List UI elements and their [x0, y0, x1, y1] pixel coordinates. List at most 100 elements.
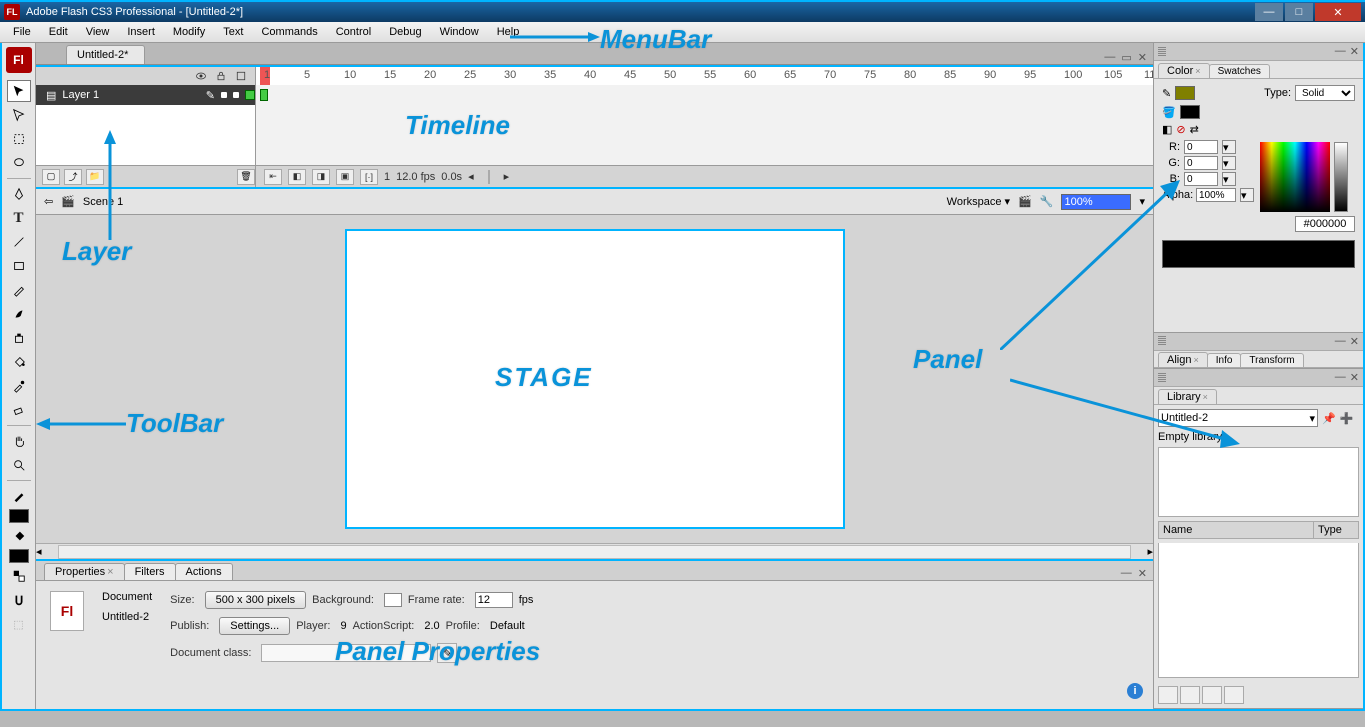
- new-library-icon[interactable]: ➕: [1340, 412, 1354, 425]
- tab-info[interactable]: Info: [1207, 353, 1242, 367]
- text-tool[interactable]: T: [7, 207, 31, 229]
- tab-color[interactable]: Color×: [1158, 63, 1210, 78]
- document-tab[interactable]: Untitled-2*: [66, 45, 145, 64]
- zoom-field[interactable]: 100%: [1061, 194, 1131, 210]
- library-panel-close-icon[interactable]: ✕: [1350, 371, 1359, 384]
- stage-area[interactable]: [36, 215, 1153, 543]
- framerate-input[interactable]: [475, 592, 513, 608]
- r-input[interactable]: [1184, 140, 1218, 154]
- menu-commands[interactable]: Commands: [252, 24, 326, 40]
- g-spinner[interactable]: ▾: [1222, 156, 1236, 170]
- zoom-tool[interactable]: [7, 454, 31, 476]
- tab-library[interactable]: Library×: [1158, 389, 1217, 404]
- fill-color-icon[interactable]: [7, 525, 31, 547]
- onion-skin-button[interactable]: ◧: [288, 169, 306, 185]
- onion-outline-button[interactable]: ◨: [312, 169, 330, 185]
- menu-text[interactable]: Text: [214, 24, 252, 40]
- edit-multiple-button[interactable]: ▣: [336, 169, 354, 185]
- modify-markers-button[interactable]: [·]: [360, 169, 378, 185]
- new-motion-guide-button[interactable]: ⤴: [64, 169, 82, 185]
- col-type[interactable]: Type: [1314, 522, 1358, 538]
- lock-icon[interactable]: [215, 70, 227, 82]
- panel-minimize-icon[interactable]: —: [1121, 567, 1132, 580]
- pencil-tool[interactable]: [7, 279, 31, 301]
- nocolor-icon[interactable]: ⊘: [1176, 123, 1185, 136]
- menu-control[interactable]: Control: [327, 24, 380, 40]
- b-input[interactable]: [1184, 172, 1218, 186]
- type-select[interactable]: Solid: [1295, 85, 1355, 101]
- alpha-spinner[interactable]: ▾: [1240, 188, 1254, 202]
- publish-settings-button[interactable]: Settings...: [219, 617, 290, 635]
- swap-icon[interactable]: ⇄: [1190, 123, 1199, 136]
- color-picker[interactable]: [1260, 142, 1330, 212]
- options-icon[interactable]: ⬚: [7, 613, 31, 635]
- timeline-scrollbar[interactable]: [488, 170, 490, 184]
- stroke-pencil-icon[interactable]: ✎: [1162, 87, 1171, 100]
- col-name[interactable]: Name: [1159, 522, 1314, 538]
- selection-tool[interactable]: [7, 80, 31, 102]
- minimize-button[interactable]: —: [1255, 3, 1283, 21]
- properties-lib-button[interactable]: [1202, 686, 1222, 704]
- workspace-menu[interactable]: Workspace ▾: [947, 195, 1010, 208]
- align-panel-close-icon[interactable]: ✕: [1350, 335, 1359, 348]
- timeline-scroll-right-icon[interactable]: ▸: [504, 170, 510, 183]
- stage-hscrollbar[interactable]: ◂ ▸: [36, 543, 1153, 559]
- keyframe-icon[interactable]: [260, 89, 268, 101]
- menu-insert[interactable]: Insert: [118, 24, 164, 40]
- menu-modify[interactable]: Modify: [164, 24, 214, 40]
- menu-debug[interactable]: Debug: [380, 24, 430, 40]
- zoom-dropdown-icon[interactable]: ▾: [1139, 195, 1145, 208]
- delete-layer-button[interactable]: 🗑: [237, 169, 255, 185]
- library-doc-select[interactable]: Untitled-2▾: [1158, 409, 1318, 427]
- background-swatch[interactable]: [384, 593, 402, 607]
- fill-bucket-icon[interactable]: 🪣: [1162, 106, 1176, 119]
- eyedropper-tool[interactable]: [7, 375, 31, 397]
- line-tool[interactable]: [7, 231, 31, 253]
- new-folder-lib-button[interactable]: [1180, 686, 1200, 704]
- outline-icon[interactable]: [235, 70, 247, 82]
- alpha-input[interactable]: [1196, 188, 1236, 202]
- library-list[interactable]: [1158, 543, 1359, 678]
- library-panel-minimize-icon[interactable]: —: [1335, 371, 1346, 384]
- color-panel-close-icon[interactable]: ✕: [1350, 45, 1359, 58]
- stage-canvas[interactable]: [345, 229, 845, 529]
- delete-lib-button[interactable]: [1224, 686, 1244, 704]
- info-icon[interactable]: i: [1127, 683, 1143, 699]
- hex-input[interactable]: #000000: [1295, 216, 1355, 232]
- center-frame-button[interactable]: ⇤: [264, 169, 282, 185]
- edit-scene-button-icon[interactable]: 🎬: [1018, 195, 1032, 208]
- lasso-tool[interactable]: [7, 152, 31, 174]
- menu-view[interactable]: View: [77, 24, 119, 40]
- b-spinner[interactable]: ▾: [1222, 172, 1236, 186]
- tab-align[interactable]: Align×: [1158, 352, 1208, 367]
- doc-close-icon[interactable]: ✕: [1138, 51, 1147, 64]
- new-folder-button[interactable]: 📁: [86, 169, 104, 185]
- new-layer-button[interactable]: ▢: [42, 169, 60, 185]
- timeline-ruler[interactable]: 1510152025303540455055606570758085909510…: [256, 67, 1153, 85]
- fill-color-swatch[interactable]: [1180, 105, 1200, 119]
- tab-swatches[interactable]: Swatches: [1209, 64, 1270, 78]
- edit-scene-icon[interactable]: ⇦: [44, 195, 53, 208]
- edit-symbol-button-icon[interactable]: 🔧: [1040, 195, 1054, 208]
- ink-bottle-tool[interactable]: [7, 327, 31, 349]
- menu-file[interactable]: File: [4, 24, 40, 40]
- g-input[interactable]: [1184, 156, 1218, 170]
- doc-restore-icon[interactable]: ▭: [1121, 51, 1131, 64]
- brush-tool[interactable]: [7, 303, 31, 325]
- value-slider[interactable]: [1334, 142, 1348, 212]
- hscroll-left-icon[interactable]: ◂: [36, 545, 42, 558]
- menu-edit[interactable]: Edit: [40, 24, 77, 40]
- maximize-button[interactable]: □: [1285, 3, 1313, 21]
- align-panel-minimize-icon[interactable]: —: [1335, 335, 1346, 348]
- rectangle-tool[interactable]: [7, 255, 31, 277]
- tab-actions[interactable]: Actions: [175, 563, 233, 580]
- tab-transform[interactable]: Transform: [1240, 353, 1303, 367]
- new-symbol-button[interactable]: [1158, 686, 1178, 704]
- frame-area[interactable]: [256, 85, 1153, 105]
- eye-icon[interactable]: [195, 70, 207, 82]
- menu-window[interactable]: Window: [431, 24, 488, 40]
- edit-class-button[interactable]: ✎: [437, 643, 457, 663]
- eraser-tool[interactable]: [7, 399, 31, 421]
- document-class-input[interactable]: [261, 644, 431, 662]
- subselection-tool[interactable]: [7, 104, 31, 126]
